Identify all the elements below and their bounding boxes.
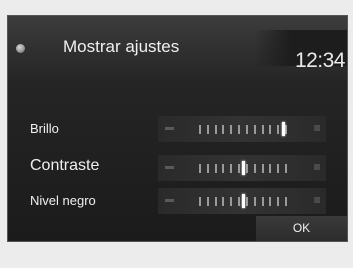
slider-tick: [198, 164, 201, 173]
setting-label-nivel-negro: Nivel negro: [30, 193, 96, 208]
slider-tick: [253, 164, 256, 173]
clock-display: 12:34: [294, 49, 346, 72]
slider-tick: [269, 197, 272, 206]
slider-tick: [261, 197, 264, 206]
slider-tick: [277, 164, 280, 173]
slider-tick: [261, 164, 264, 173]
nivel-negro-decrease-button[interactable]: [165, 199, 174, 202]
brillo-decrease-button[interactable]: [165, 127, 174, 130]
slider-tick: [214, 125, 217, 134]
screen-background: Mostrar ajustes 12:34 Brillo Contraste N…: [0, 0, 353, 268]
slider-tick: [238, 164, 241, 173]
slider-tick: [214, 197, 217, 206]
contraste-slider[interactable]: [196, 161, 290, 175]
slider-tick: [206, 164, 209, 173]
slider-tick: [206, 197, 209, 206]
page-title: Mostrar ajustes: [63, 37, 180, 56]
slider-tick: [269, 164, 272, 173]
slider-tick: [253, 125, 256, 134]
slider-level-marker[interactable]: [241, 161, 245, 175]
slider-tick: [222, 125, 225, 134]
slider-tick: [261, 125, 264, 134]
slider-tick: [285, 164, 288, 173]
slider-tick: [230, 197, 233, 206]
slider-level-marker[interactable]: [282, 122, 286, 136]
brillo-slider[interactable]: [196, 122, 290, 136]
header-bar: Mostrar ajustes 12:34: [8, 16, 347, 80]
slider-tick: [222, 164, 225, 173]
clock-background: 12:34: [254, 30, 347, 72]
slider-tick: [230, 125, 233, 134]
nivel-negro-slider[interactable]: [196, 194, 290, 208]
settings-dot-icon: [16, 44, 25, 53]
slider-tick: [222, 197, 225, 206]
display-screen: Mostrar ajustes 12:34 Brillo Contraste N…: [7, 15, 348, 242]
slider-tick: [277, 125, 280, 134]
setting-row-brillo: Brillo: [8, 116, 347, 142]
setting-label-contraste: Contraste: [30, 157, 100, 174]
slider-tick: [269, 125, 272, 134]
slider-tick: [245, 125, 248, 134]
slider-tick: [238, 197, 241, 206]
ok-button[interactable]: OK: [256, 216, 347, 241]
slider-tick: [285, 197, 288, 206]
slider-tick: [230, 164, 233, 173]
slider-tick: [198, 197, 201, 206]
slider-tick: [253, 197, 256, 206]
setting-label-brillo: Brillo: [30, 121, 59, 136]
slider-tick: [245, 164, 248, 173]
slider-tick: [238, 125, 241, 134]
contraste-decrease-button[interactable]: [165, 166, 174, 169]
slider-tick: [245, 197, 248, 206]
slider-tick: [277, 197, 280, 206]
brillo-increase-button[interactable]: [314, 125, 320, 131]
slider-tick: [214, 164, 217, 173]
nivel-negro-increase-button[interactable]: [314, 197, 320, 203]
slider-tick: [198, 125, 201, 134]
contraste-increase-button[interactable]: [314, 164, 320, 170]
slider-tick: [206, 125, 209, 134]
setting-row-nivel-negro: Nivel negro: [8, 188, 347, 214]
setting-row-contraste: Contraste: [8, 155, 347, 181]
slider-level-marker[interactable]: [241, 194, 245, 208]
